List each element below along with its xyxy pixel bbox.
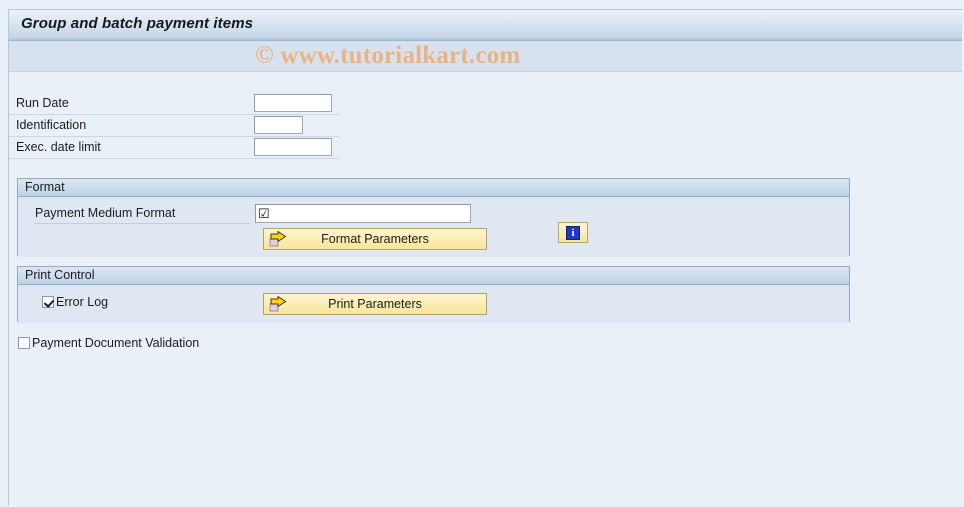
arrow-right-icon [269, 230, 287, 248]
label-run-date: Run Date [16, 96, 69, 110]
group-title-format: Format [25, 180, 65, 194]
arrow-right-icon [269, 295, 287, 313]
identification-input[interactable] [254, 116, 303, 134]
label-payment-medium-format: Payment Medium Format [35, 206, 176, 220]
payment-document-validation-checkbox[interactable] [18, 337, 30, 349]
watermark-text: © www.tutorialkart.com [255, 42, 521, 69]
checkbox-checked-icon: ☑ [258, 206, 270, 221]
application-window: Group and batch payment items © www.tuto… [8, 9, 962, 505]
group-body-format: Payment Medium Format ☑ i Format Paramet… [18, 197, 849, 257]
error-log-label: Error Log [56, 295, 109, 309]
row-separator [34, 223, 250, 224]
group-body-print-control: Error Log Print Parameters [18, 285, 849, 323]
run-date-input[interactable] [254, 94, 332, 112]
payment-medium-format-input[interactable]: ☑ [255, 204, 471, 223]
print-parameters-button[interactable]: Print Parameters [263, 293, 487, 315]
row-separator [9, 158, 339, 159]
form-content: Run Date Identification Exec. date limit… [9, 72, 962, 505]
subtitle-band: © www.tutorialkart.com [9, 41, 962, 72]
format-parameters-button[interactable]: Format Parameters [263, 228, 487, 250]
row-separator [9, 136, 339, 137]
group-header-format: Format [18, 179, 849, 197]
group-box-format: Format Payment Medium Format ☑ i Format … [17, 178, 850, 257]
error-log-checkbox-row[interactable]: Error Log [42, 295, 108, 309]
page-title: Group and batch payment items [21, 15, 254, 32]
group-box-print-control: Print Control Error Log Print Parameters [17, 266, 850, 323]
payment-document-validation-label: Payment Document Validation [32, 336, 200, 350]
row-separator [9, 114, 339, 115]
info-icon: i [566, 225, 580, 240]
print-parameters-label: Print Parameters [328, 297, 422, 311]
payment-document-validation-row[interactable]: Payment Document Validation [18, 336, 199, 350]
group-header-print-control: Print Control [18, 267, 849, 285]
error-log-checkbox[interactable] [42, 296, 54, 308]
field-row-payment-medium-format: Payment Medium Format ☑ [18, 203, 849, 224]
label-identification: Identification [16, 118, 87, 132]
info-button[interactable]: i [558, 222, 588, 243]
format-parameters-label: Format Parameters [321, 232, 429, 246]
exec-date-limit-input[interactable] [254, 138, 332, 156]
title-bar: Group and batch payment items [9, 10, 962, 41]
label-exec-date-limit: Exec. date limit [16, 140, 101, 154]
group-title-print-control: Print Control [25, 268, 95, 282]
